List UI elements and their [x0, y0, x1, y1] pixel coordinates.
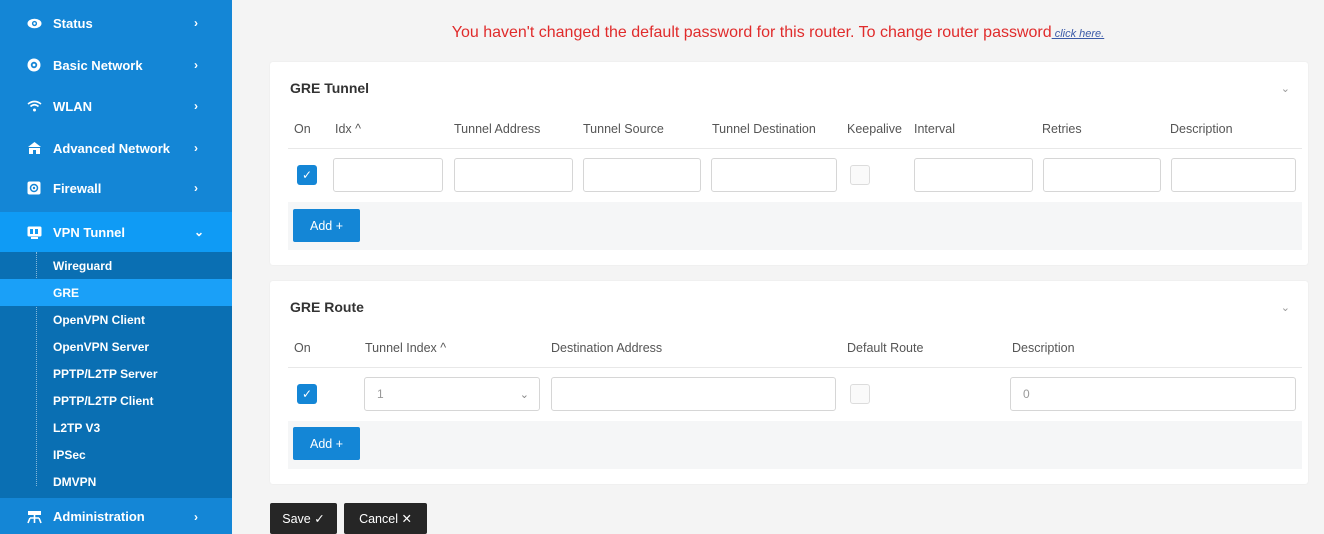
globe-icon	[26, 57, 42, 73]
sidebar-item-status[interactable]: Status ›	[0, 3, 232, 43]
card-title: GRE Tunnel	[290, 80, 370, 96]
sidebar-item-label: WLAN	[53, 98, 92, 114]
submenu-item-gre[interactable]: GRE	[0, 279, 232, 306]
password-warning: You haven't changed the default password…	[232, 24, 1324, 42]
idx-input[interactable]	[333, 158, 443, 192]
col-tunnel-index-sortable[interactable]: Tunnel Index ^	[365, 341, 446, 355]
change-password-link[interactable]: click here.	[1052, 28, 1105, 40]
submenu-item-pptp-l2tp-server[interactable]: PPTP/L2TP Server	[0, 360, 232, 387]
keepalive-checkbox[interactable]	[850, 165, 870, 185]
submenu-item-pptp-l2tp-client[interactable]: PPTP/L2TP Client	[0, 387, 232, 414]
selected-value: 1	[377, 387, 384, 401]
default-route-checkbox[interactable]	[850, 384, 870, 404]
col-on: On	[294, 122, 311, 136]
add-row-bar	[288, 421, 1302, 469]
chevron-right-icon: ›	[194, 509, 198, 524]
chevron-down-icon: ⌄	[519, 388, 529, 401]
submenu-item-openvpn-client[interactable]: OpenVPN Client	[0, 306, 232, 333]
description-input[interactable]: 0	[1010, 377, 1296, 411]
col-tunnel-destination: Tunnel Destination	[712, 122, 816, 136]
interval-input[interactable]	[914, 158, 1033, 192]
col-interval: Interval	[914, 122, 955, 136]
submenu-item-l2tp-v3[interactable]: L2TP V3	[0, 414, 232, 441]
on-checkbox[interactable]: ✓	[297, 165, 317, 185]
col-keepalive: Keepalive	[847, 122, 902, 136]
chevron-right-icon: ›	[194, 58, 198, 72]
sidebar-item-administration[interactable]: Administration ›	[0, 499, 232, 534]
save-button[interactable]: Save ✓	[270, 503, 337, 534]
tunnel-destination-input[interactable]	[711, 158, 837, 192]
col-default-route: Default Route	[847, 341, 924, 355]
sidebar-item-label: Basic Network	[53, 57, 143, 73]
description-input[interactable]	[1171, 158, 1296, 192]
destination-address-input[interactable]	[551, 377, 836, 411]
collapse-chevron-icon[interactable]: ⌄	[1281, 301, 1290, 314]
vpn-icon	[26, 224, 42, 240]
submenu-item-openvpn-server[interactable]: OpenVPN Server	[0, 333, 232, 360]
sidebar-item-label: Advanced Network	[53, 140, 171, 156]
retries-input[interactable]	[1043, 158, 1161, 192]
tunnel-index-select[interactable]: 1 ⌄	[364, 377, 540, 411]
sidebar-item-label: Administration	[53, 509, 145, 524]
chevron-right-icon: ›	[194, 16, 198, 30]
submenu-item-ipsec[interactable]: IPSec	[0, 441, 232, 468]
card-title: GRE Route	[290, 299, 364, 315]
submenu-item-wireguard[interactable]: Wireguard	[0, 252, 232, 279]
admin-icon	[26, 509, 42, 525]
col-idx-sortable[interactable]: Idx ^	[335, 122, 361, 136]
firewall-icon	[26, 180, 42, 196]
chevron-right-icon: ›	[194, 181, 198, 195]
sidebar-item-label: VPN Tunnel	[53, 224, 125, 240]
col-tunnel-address: Tunnel Address	[454, 122, 541, 136]
sidebar-item-basic-network[interactable]: Basic Network ›	[0, 45, 232, 85]
col-on: On	[294, 341, 311, 355]
sidebar-item-label: Status	[53, 15, 93, 31]
submenu-item-dmvpn[interactable]: DMVPN	[0, 468, 232, 495]
divider	[288, 148, 1302, 149]
gre-route-card: GRE Route ⌄ On Tunnel Index ^ Destinatio…	[270, 281, 1308, 484]
collapse-chevron-icon[interactable]: ⌄	[1281, 82, 1290, 95]
sidebar-item-label: Firewall	[53, 180, 102, 196]
sidebar-item-vpn-tunnel[interactable]: VPN Tunnel ⌄	[0, 212, 232, 252]
eye-icon	[26, 15, 42, 31]
col-description: Description	[1012, 341, 1075, 355]
sidebar-item-wlan[interactable]: WLAN ›	[0, 86, 232, 126]
cancel-button[interactable]: Cancel ✕	[344, 503, 427, 534]
add-tunnel-button[interactable]: Add +	[293, 209, 360, 242]
on-checkbox[interactable]: ✓	[297, 384, 317, 404]
divider	[288, 367, 1302, 368]
add-route-button[interactable]: Add +	[293, 427, 360, 460]
sidebar-item-firewall[interactable]: Firewall ›	[0, 168, 232, 208]
gre-tunnel-card: GRE Tunnel ⌄ On Idx ^ Tunnel Address Tun…	[270, 62, 1308, 265]
tunnel-address-input[interactable]	[454, 158, 573, 192]
warning-text: You haven't changed the default password…	[451, 24, 1052, 41]
sidebar: Status › Basic Network › WLAN › Advanced…	[0, 0, 232, 534]
network-icon	[26, 140, 42, 156]
col-destination-address: Destination Address	[551, 341, 663, 355]
col-retries: Retries	[1042, 122, 1082, 136]
wifi-icon	[26, 98, 42, 114]
col-tunnel-source: Tunnel Source	[583, 122, 664, 136]
chevron-right-icon: ›	[194, 141, 198, 155]
col-description: Description	[1170, 122, 1233, 136]
tunnel-source-input[interactable]	[583, 158, 701, 192]
add-row-bar	[288, 202, 1302, 250]
chevron-down-icon: ⌄	[194, 225, 205, 239]
sidebar-item-advanced-network[interactable]: Advanced Network ›	[0, 128, 232, 168]
chevron-right-icon: ›	[194, 99, 198, 113]
